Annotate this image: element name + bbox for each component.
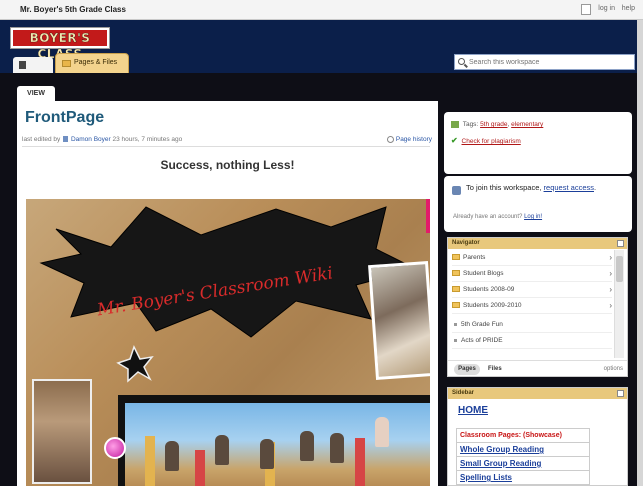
sidebar-home-link[interactable]: HOME — [458, 405, 488, 416]
site-title[interactable]: Mr. Boyer's 5th Grade Class — [20, 5, 126, 14]
sidebar-link-spelling-lists[interactable]: Spelling Lists — [457, 471, 589, 485]
page-title: FrontPage — [25, 109, 105, 126]
clock-icon — [386, 136, 394, 143]
page-meta: last edited by Damon Boyer 23 hours, 7 m… — [22, 136, 430, 147]
page-content: FrontPage last edited by Damon Boyer 23 … — [17, 101, 438, 486]
user-icon — [63, 136, 69, 143]
navigator-folder[interactable]: Students 2009-2010 › — [452, 298, 612, 314]
top-bar: Mr. Boyer's 5th Grade Class log in help — [0, 0, 643, 20]
request-access-link[interactable]: request access — [544, 183, 594, 192]
editor-link[interactable]: Damon Boyer — [71, 136, 111, 143]
logo-text: BOYER'S CLASS — [13, 30, 107, 61]
search-input[interactable] — [469, 56, 629, 68]
login-link[interactable]: Log in! — [524, 214, 542, 220]
meta-prefix: last edited by — [22, 136, 61, 143]
chevron-right-icon: › — [609, 285, 612, 294]
classroom-banner-image: Mr. Boyer's Classroom Wiki — [26, 199, 430, 486]
speech-burst — [39, 206, 418, 338]
star-icon — [116, 345, 154, 383]
tags-row: Tags: 5th grade, elementary — [451, 121, 543, 128]
folder-icon — [452, 270, 460, 277]
bullet-icon — [454, 338, 457, 342]
options-link[interactable]: options — [604, 364, 623, 375]
tab-pages-files[interactable]: Pages & Files — [55, 53, 129, 73]
tag-icon — [451, 121, 459, 128]
plagiarism-row: ✔ Check for plagiarism — [451, 136, 521, 145]
navigator-footer: Pages Files options — [448, 360, 627, 377]
tags-separator: , — [507, 121, 510, 129]
navigator-folder-label: Students 2008-09 — [463, 286, 515, 293]
navigator-page-label: Acts of PRIDE — [461, 337, 503, 344]
folder-icon — [452, 286, 460, 293]
tab-view[interactable]: VIEW — [17, 86, 55, 102]
checkmark-icon: ✔ — [451, 136, 458, 145]
sidebar-title: Sidebar — [452, 390, 475, 396]
navigator-panel: Navigator Parents › Student Blogs › Studen… — [447, 237, 628, 377]
playground-photo — [125, 403, 430, 486]
navigator-folder[interactable]: Students 2008-09 › — [452, 282, 612, 298]
tag-link-5th-grade[interactable]: 5th grade — [480, 121, 507, 128]
navigator-folder[interactable]: Student Blogs › — [452, 266, 612, 282]
bullet-icon — [454, 322, 457, 326]
files-toggle-button[interactable]: Files — [488, 364, 502, 375]
search-icon[interactable] — [458, 58, 465, 65]
login-link[interactable]: log in — [598, 5, 615, 12]
page-history-label: Page history — [395, 136, 432, 144]
join-message: To join this workspace, — [466, 183, 542, 192]
folder-icon — [62, 60, 71, 67]
collapse-icon[interactable] — [617, 390, 624, 397]
help-link[interactable]: help — [622, 5, 635, 12]
folder-icon — [452, 302, 460, 309]
user-icon — [581, 4, 591, 15]
scrollbar-thumb[interactable] — [616, 256, 623, 282]
navigator-folder-label: Student Blogs — [463, 270, 504, 277]
collapse-icon[interactable] — [617, 240, 624, 247]
tag-link-elementary[interactable]: elementary — [511, 121, 543, 128]
chevron-right-icon: › — [609, 253, 612, 262]
navigator-folder[interactable]: Parents › — [452, 250, 612, 266]
join-text: To join this workspace, request access. — [466, 183, 626, 193]
navigator-title: Navigator — [452, 240, 480, 246]
student-photo-blurred — [32, 379, 92, 484]
navigator-page[interactable]: 5th Grade Fun — [452, 317, 612, 333]
page-headline: Success, nothing Less! — [160, 158, 295, 172]
tab-pages-files-label: Pages & Files — [74, 59, 118, 66]
sidebar-link-list: Classroom Pages: (Showcase) Whole Group … — [456, 428, 590, 486]
pages-toggle-button[interactable]: Pages — [454, 364, 480, 375]
sidebar-header: Sidebar — [448, 388, 627, 399]
meta-time: 23 hours, 7 minutes ago — [112, 136, 183, 143]
sidebar-link-small-group-reading[interactable]: Small Group Reading — [457, 457, 589, 471]
sidebar-panel: Sidebar HOME Classroom Pages: (Showcase)… — [447, 387, 628, 486]
chevron-right-icon: › — [609, 301, 612, 310]
search-box — [454, 54, 635, 70]
navigator-scrollbar[interactable] — [614, 250, 624, 358]
account-prompt: Already have an account? Log in! — [453, 214, 542, 220]
navigator-page-label: 5th Grade Fun — [461, 321, 503, 328]
student-photo — [368, 261, 430, 380]
window-scrollbar[interactable] — [637, 20, 643, 486]
join-icon — [452, 186, 461, 195]
tab-home[interactable] — [13, 57, 53, 73]
navigator-folder-label: Parents — [463, 254, 486, 261]
account-question: Already have an account? — [453, 214, 523, 220]
join-period: . — [594, 183, 597, 192]
navigator-header: Navigator — [448, 238, 627, 249]
navigator-folder-label: Students 2009-2010 — [463, 302, 522, 309]
plagiarism-link[interactable]: Check for plagiarism — [462, 138, 521, 145]
sidebar-link-whole-group-reading[interactable]: Whole Group Reading — [457, 443, 589, 457]
sidebar-link-classroom-pages[interactable]: Classroom Pages: (Showcase) — [457, 429, 589, 443]
workspace-header: BOYER'S CLASS Pages & Files — [0, 20, 643, 73]
tags-label: Tags: — [462, 121, 479, 129]
page-history-link[interactable]: Page history — [386, 136, 432, 144]
chevron-right-icon: › — [609, 269, 612, 278]
workspace-logo[interactable]: BOYER'S CLASS — [10, 27, 110, 61]
page-icon — [19, 61, 26, 69]
join-panel: To join this workspace, request access. … — [444, 176, 632, 232]
folder-icon — [452, 254, 460, 261]
navigator-page[interactable]: Acts of PRIDE — [452, 333, 612, 349]
tags-panel: Tags: 5th grade, elementary ✔ Check for … — [444, 112, 632, 174]
badge-icon — [104, 437, 126, 459]
